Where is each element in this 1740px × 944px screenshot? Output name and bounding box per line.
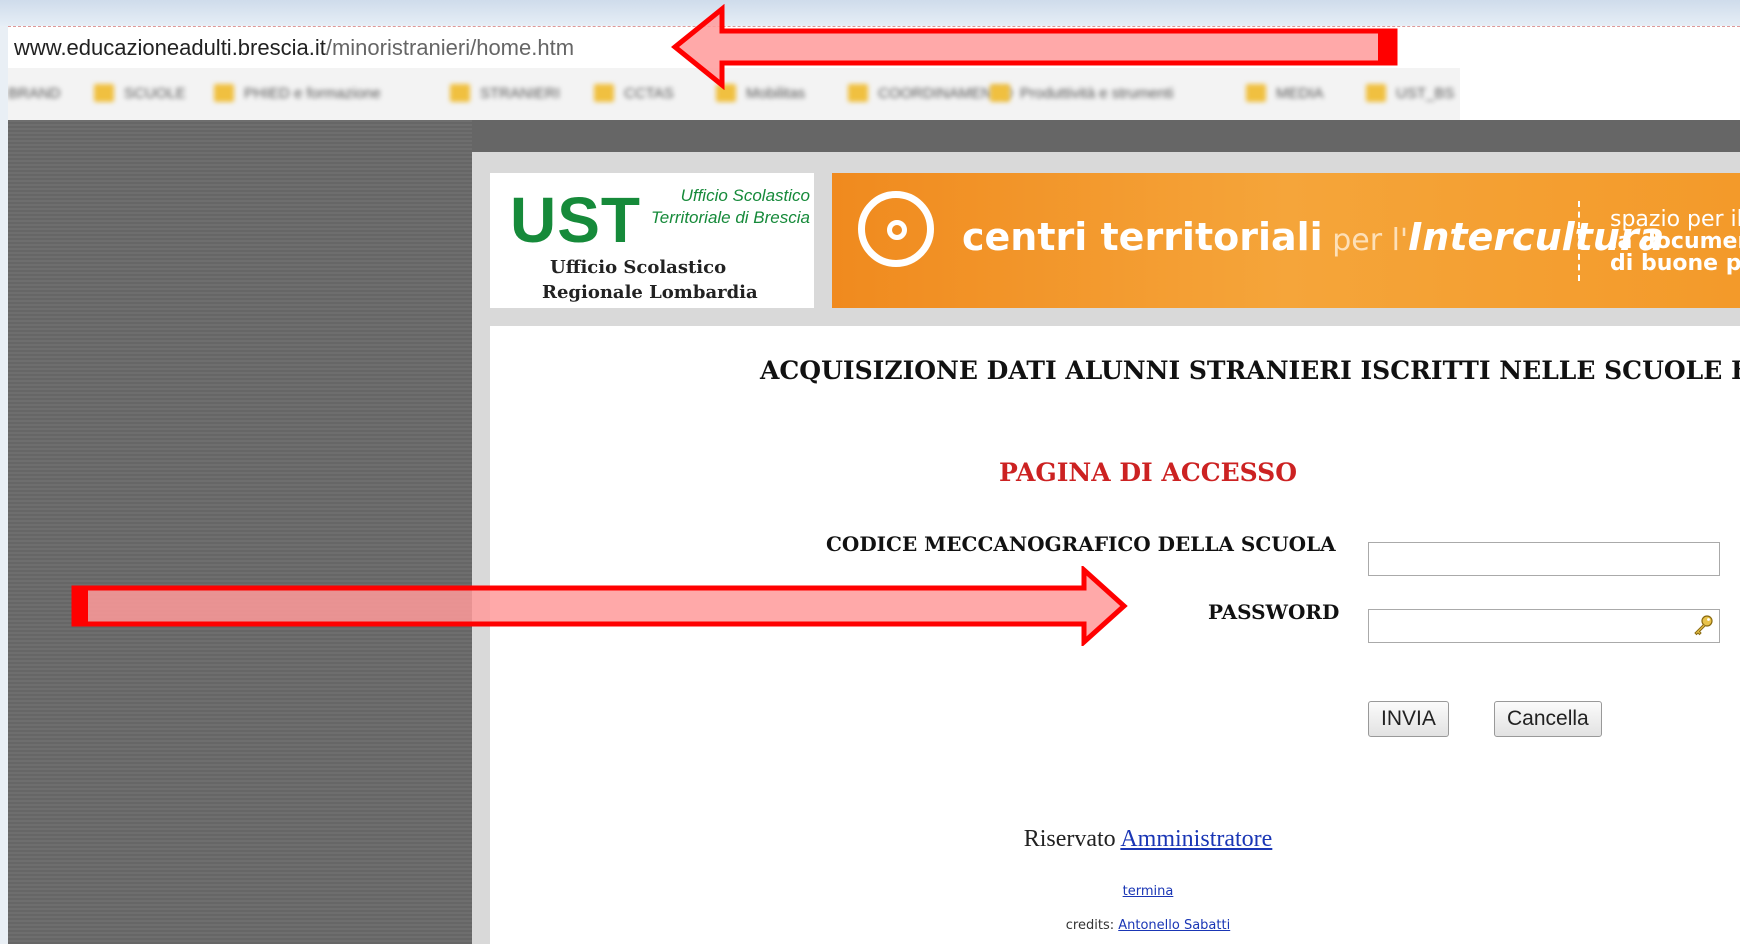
url-text[interactable]: www.educazioneadulti.brescia.it/minorist… xyxy=(14,35,574,61)
bookmark-label: SCUOLE xyxy=(124,84,186,102)
folder-icon xyxy=(94,84,114,102)
admin-reserved: Riservato Amministratore xyxy=(490,826,1740,853)
credits-text: credits: xyxy=(1065,918,1119,933)
credits-line: credits: Antonello Sabatti xyxy=(490,918,1740,933)
submit-button[interactable]: INVIA xyxy=(1368,701,1449,737)
bookmark-item[interactable]: BRAND xyxy=(8,82,61,104)
url-host: www.educazioneadulti.brescia.it xyxy=(14,35,326,60)
banner-logo-icon xyxy=(858,191,934,267)
usr-name: Ufficio Scolastico Regionale Lombardia xyxy=(490,255,814,305)
banner-title-part-2: per l' xyxy=(1322,223,1409,258)
annotation-arrow-right xyxy=(71,566,1128,646)
bookmark-label: CCTAS xyxy=(624,84,674,102)
intercultura-banner: centri territoriali per l'Intercultura s… xyxy=(832,173,1740,308)
cancel-button[interactable]: Cancella xyxy=(1494,701,1602,737)
page-title: ACQUISIZIONE DATI ALUNNI STRANIERI ISCRI… xyxy=(760,356,1740,385)
school-code-input[interactable] xyxy=(1368,542,1720,576)
reserved-text: Riservato xyxy=(1023,826,1121,852)
bookmark-item[interactable]: CCTAS xyxy=(594,82,674,104)
bookmark-item[interactable]: STRANIERI xyxy=(450,82,560,104)
credits-link[interactable]: Antonello Sabatti xyxy=(1118,918,1230,933)
banner-side-text: spazio per il co la documen di buone p xyxy=(1610,209,1740,275)
bookmarks-bar-blank xyxy=(1460,68,1740,120)
ust-logo-subtitle: Ufficio Scolastico Territoriale di Bresc… xyxy=(650,186,810,227)
bookmark-label: BRAND xyxy=(8,84,61,102)
termina-line: termina xyxy=(490,884,1740,899)
usr-line-1: Ufficio Scolastico xyxy=(550,257,727,278)
bookmark-item[interactable]: PHIED e formazione xyxy=(214,82,381,104)
url-path: /minoristranieri/home.htm xyxy=(325,35,575,60)
password-label: PASSWORD xyxy=(1208,600,1340,624)
bookmark-item[interactable]: SCUOLE xyxy=(94,82,186,104)
password-input[interactable] xyxy=(1368,609,1720,643)
banner-side-line-3: di buone p xyxy=(1610,251,1740,276)
banner-title: centri territoriali per l'Intercultura xyxy=(962,215,1664,259)
ust-logo: UST Ufficio Scolastico Territoriale di B… xyxy=(490,173,814,308)
bookmark-label: STRANIERI xyxy=(480,84,561,102)
left-panel xyxy=(8,120,472,944)
page-subtitle: PAGINA DI ACCESSO xyxy=(998,458,1298,487)
folder-icon xyxy=(214,84,234,102)
banner-divider xyxy=(1578,201,1580,281)
termina-link[interactable]: termina xyxy=(1123,884,1174,899)
bookmark-label: PHIED e formazione xyxy=(244,84,381,102)
banner-side-line-1: spazio per il co xyxy=(1610,207,1740,232)
folder-icon xyxy=(594,84,614,102)
top-band xyxy=(472,120,1740,152)
admin-link[interactable]: Amministratore xyxy=(1120,826,1272,852)
folder-icon xyxy=(450,84,470,102)
banner-title-part-1: centri territoriali xyxy=(962,215,1323,259)
usr-line-2: Regionale Lombardia xyxy=(542,282,758,303)
annotation-arrow-left xyxy=(671,4,1398,90)
banner-side-line-2: la documen xyxy=(1610,229,1740,254)
ust-logo-text: UST xyxy=(510,184,641,256)
key-icon[interactable] xyxy=(1691,614,1715,638)
